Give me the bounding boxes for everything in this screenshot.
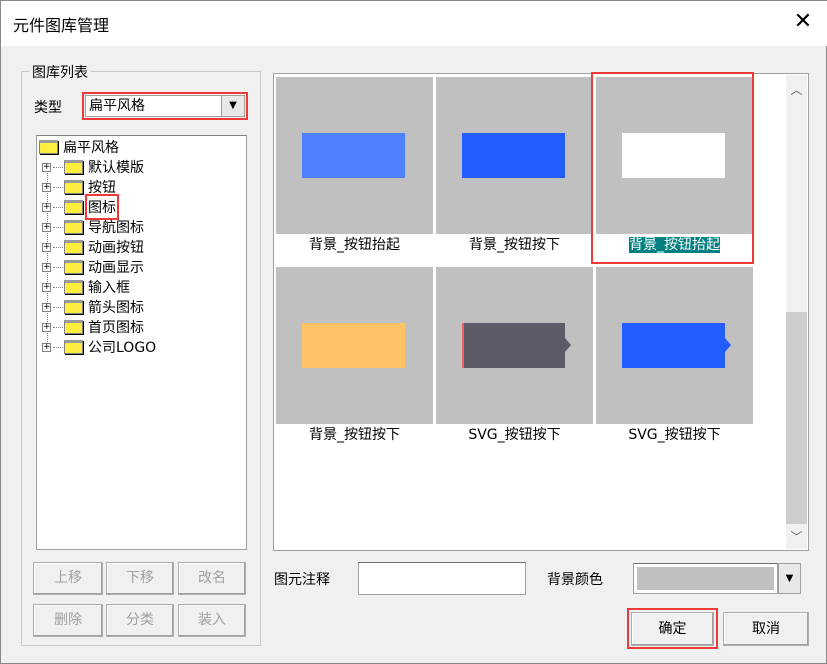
type-label: 类型 [34, 100, 62, 116]
bg-color-swatch [637, 567, 774, 590]
selected-highlight [591, 72, 754, 264]
folder-icon [64, 300, 83, 314]
gallery-item-label: SVG_按钮按下 [628, 427, 721, 443]
close-icon[interactable]: ✕ [791, 9, 815, 35]
gallery-item[interactable]: 背景_按钮按下 [276, 267, 433, 446]
library-button[interactable]: 上移 [33, 562, 103, 595]
gallery-item-label: SVG_按钮按下 [468, 427, 561, 443]
tree-item[interactable]: + 箭头图标 [42, 297, 144, 317]
tree-item-label: 公司LOGO [88, 340, 157, 356]
tree-item[interactable]: + 图标 [42, 194, 119, 220]
expand-icon[interactable]: + [42, 322, 51, 332]
tree-item[interactable]: + 按钮 [42, 177, 116, 197]
gallery-thumbnail [596, 267, 753, 424]
tree-item[interactable]: + 默认模版 [42, 157, 144, 177]
group-label: 图库列表 [29, 62, 91, 82]
tree-line [53, 226, 63, 228]
expand-icon[interactable]: + [42, 302, 51, 312]
folder-icon [64, 180, 83, 194]
folder-icon [64, 160, 83, 174]
chevron-down-icon[interactable]: ▼ [221, 95, 245, 117]
folder-icon [64, 220, 83, 234]
gallery-item[interactable]: 背景_按钮按下 [436, 77, 593, 256]
folder-icon [64, 200, 83, 214]
library-button[interactable]: 装入 [178, 604, 246, 637]
scroll-down-icon[interactable]: ﹀ [786, 528, 807, 548]
tree-line [53, 166, 63, 168]
tree-line [53, 246, 63, 248]
tree-line [53, 266, 63, 268]
tree-root[interactable]: 扁平风格 [39, 137, 119, 157]
title-bar [1, 1, 827, 46]
tree-item-label: 按钮 [88, 180, 116, 196]
tree-item[interactable]: + 输入框 [42, 277, 130, 297]
tree-item[interactable]: + 动画显示 [42, 257, 144, 277]
tree-item-label: 图标 [85, 194, 119, 220]
tree-root-label: 扁平风格 [63, 140, 119, 156]
tree-line [53, 206, 63, 208]
expand-icon[interactable]: + [42, 162, 51, 172]
library-button[interactable]: 改名 [178, 562, 246, 595]
expand-icon[interactable]: + [42, 342, 51, 352]
window-title: 元件图库管理 [13, 16, 110, 35]
tree-line [53, 186, 63, 188]
note-label: 图元注释 [274, 572, 330, 588]
gallery-thumbnail [276, 77, 433, 234]
button-preview [622, 323, 725, 368]
gallery-thumbnail [436, 77, 593, 234]
tree-item[interactable]: + 公司LOGO [42, 337, 156, 357]
gallery-item[interactable]: SVG_按钮按下 [596, 267, 753, 446]
note-input[interactable] [358, 562, 526, 595]
button-preview [462, 323, 565, 368]
tree-item[interactable]: + 导航图标 [42, 217, 144, 237]
open-folder-icon [39, 140, 58, 154]
tree-item-label: 输入框 [88, 280, 130, 296]
gallery-item[interactable]: 背景_按钮抬起 [276, 77, 433, 256]
gallery-item[interactable]: SVG_按钮按下 [436, 267, 593, 446]
tree-item-label: 默认模版 [88, 160, 144, 176]
tree-item-label: 首页图标 [88, 320, 144, 336]
tree-item[interactable]: + 动画按钮 [42, 237, 144, 257]
expand-icon[interactable]: + [42, 282, 51, 292]
bg-color-label: 背景颜色 [547, 572, 603, 588]
library-button[interactable]: 下移 [106, 562, 174, 595]
chevron-down-icon[interactable]: ▼ [778, 563, 801, 594]
folder-icon [64, 320, 83, 334]
expand-icon[interactable]: + [42, 182, 51, 192]
expand-icon[interactable]: + [42, 242, 51, 252]
cancel-button[interactable]: 取消 [723, 612, 809, 646]
library-button[interactable]: 删除 [33, 604, 103, 637]
library-button[interactable]: 分类 [106, 604, 174, 637]
ok-button[interactable]: 确定 [631, 612, 714, 646]
folder-icon [64, 340, 83, 354]
scroll-up-icon[interactable]: ︿ [786, 81, 807, 101]
folder-icon [64, 260, 83, 274]
tree-line [53, 306, 63, 308]
gallery-item-label: 背景_按钮按下 [469, 237, 560, 253]
gallery-thumbnail [276, 267, 433, 424]
tree-item-label: 动画显示 [88, 260, 144, 276]
button-preview [302, 323, 405, 368]
tree-item-label: 动画按钮 [88, 240, 144, 256]
tree-item-label: 导航图标 [88, 220, 144, 236]
scrollbar-thumb[interactable] [786, 312, 807, 524]
gallery-item-label: 背景_按钮抬起 [309, 237, 400, 253]
library-tree[interactable]: 扁平风格 + 默认模版 + 按钮 + 图标 + 导航图标 + 动画按钮 + 动画显示 + 输入框 + 箭头图标… [36, 135, 247, 550]
expand-icon[interactable]: + [42, 262, 51, 272]
folder-icon [64, 240, 83, 254]
gallery-thumbnail [436, 267, 593, 424]
expand-icon[interactable]: + [42, 222, 51, 232]
tree-line [53, 286, 63, 288]
tree-line [53, 346, 63, 348]
button-preview [462, 133, 565, 178]
folder-icon [64, 280, 83, 294]
bg-color-select[interactable] [633, 563, 778, 594]
tree-item-label: 箭头图标 [88, 300, 144, 316]
tree-line [53, 326, 63, 328]
button-preview [302, 133, 405, 178]
tree-item[interactable]: + 首页图标 [42, 317, 144, 337]
gallery-item-label: 背景_按钮按下 [309, 427, 400, 443]
type-select[interactable]: 扁平风格 [85, 95, 221, 117]
expand-icon[interactable]: + [42, 202, 51, 212]
